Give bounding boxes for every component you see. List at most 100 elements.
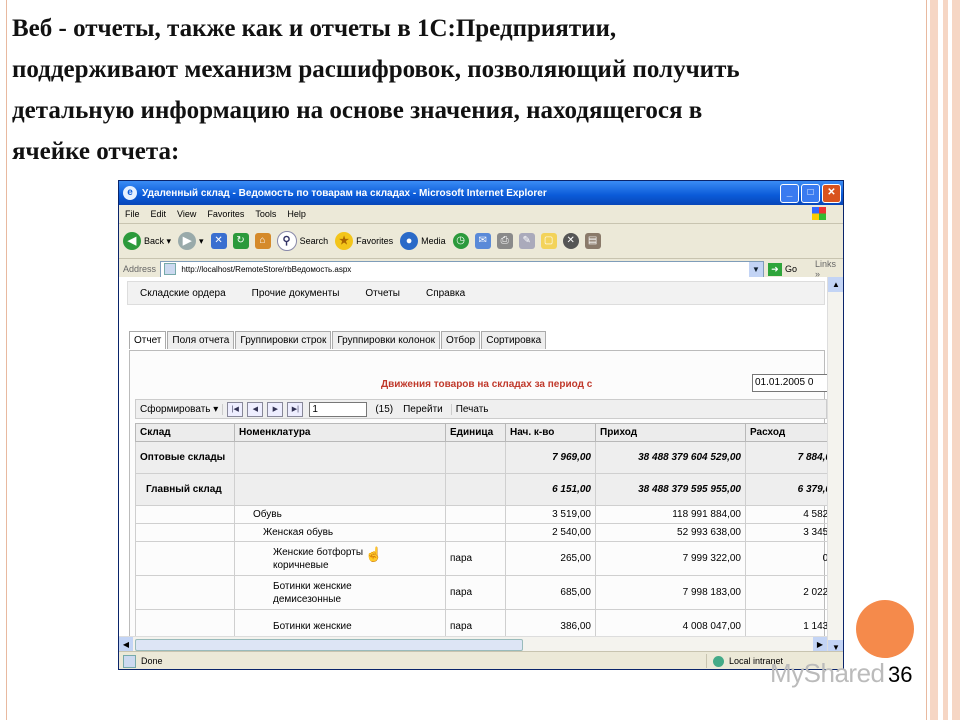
column-header[interactable]: Расход bbox=[745, 423, 827, 442]
cell-item[interactable]: Обувь bbox=[234, 505, 446, 524]
cell-start-qty[interactable]: 3 519,00 bbox=[505, 505, 596, 524]
cell-warehouse[interactable]: Главный склад bbox=[135, 473, 235, 506]
menu-help[interactable]: Help bbox=[287, 209, 306, 219]
column-header[interactable]: Склад bbox=[135, 423, 235, 442]
prev-page-icon[interactable]: ◀ bbox=[247, 401, 264, 417]
cell-item[interactable]: Женская обувь bbox=[234, 523, 446, 542]
cell-expense[interactable]: 3 345, bbox=[745, 523, 827, 542]
menu-favorites[interactable]: Favorites bbox=[207, 209, 244, 219]
table-row[interactable]: Ботинки женские демисезонные пара 685,00… bbox=[135, 575, 827, 610]
cell-expense[interactable]: 0, bbox=[745, 541, 827, 576]
cell-income[interactable]: 7 998 183,00 bbox=[595, 575, 746, 610]
cell-start-qty[interactable]: 265,00 bbox=[505, 541, 596, 576]
last-page-icon[interactable]: ▶| bbox=[287, 401, 304, 417]
tab-row-groups[interactable]: Группировки строк bbox=[235, 331, 332, 349]
tab-column-groups[interactable]: Группировки колонок bbox=[332, 331, 441, 349]
cell-income[interactable]: 52 993 638,00 bbox=[595, 523, 746, 542]
block-icon[interactable]: ✕ bbox=[562, 233, 579, 249]
tab-filter[interactable]: Отбор bbox=[441, 331, 481, 349]
print-button[interactable]: Печать bbox=[450, 403, 489, 415]
tab-report[interactable]: Отчет bbox=[129, 331, 167, 349]
cell-warehouse[interactable] bbox=[135, 505, 235, 524]
menu-view[interactable]: View bbox=[177, 209, 196, 219]
address-input[interactable]: http://localhost/RemoteStore/rbВедомость… bbox=[160, 260, 764, 278]
favorites-button[interactable]: ★ Favorites bbox=[335, 232, 393, 250]
table-row[interactable]: Женские ботфорты коричневые пара 265,00 … bbox=[135, 541, 827, 576]
cell-start-qty[interactable]: 6 151,00 bbox=[505, 473, 596, 506]
cell-item[interactable]: Ботинки женские демисезонные bbox=[234, 575, 446, 610]
table-row[interactable]: Обувь 3 519,00 118 991 884,00 4 582, bbox=[135, 505, 827, 524]
cell-income[interactable]: 38 488 379 595 955,00 bbox=[595, 473, 746, 506]
app-menu-item[interactable]: Справка bbox=[426, 288, 465, 299]
cell-start-qty[interactable]: 7 969,00 bbox=[505, 441, 596, 474]
scroll-right-icon[interactable]: ▶ bbox=[813, 637, 827, 652]
cell-item[interactable] bbox=[234, 441, 446, 474]
horizontal-scrollbar[interactable]: ◀ ▶ bbox=[119, 636, 827, 652]
first-page-icon[interactable]: |◀ bbox=[227, 401, 244, 417]
menu-file[interactable]: File bbox=[125, 209, 140, 219]
cell-warehouse[interactable]: Оптовые склады bbox=[135, 441, 235, 474]
date-from-input[interactable]: 01.01.2005 0 bbox=[752, 374, 827, 392]
refresh-icon[interactable]: ↻ bbox=[232, 233, 249, 249]
cell-income[interactable]: 38 488 379 604 529,00 bbox=[595, 441, 746, 474]
tab-sort[interactable]: Сортировка bbox=[481, 331, 547, 349]
mail-icon[interactable]: ✉ bbox=[474, 233, 491, 249]
column-header[interactable]: Номенклатура bbox=[234, 423, 446, 442]
page-input[interactable]: 1 bbox=[309, 401, 368, 417]
cell-expense[interactable]: 6 379,0 bbox=[745, 473, 827, 506]
stop-icon[interactable]: ✕ bbox=[210, 233, 227, 249]
cell-unit[interactable] bbox=[445, 441, 506, 474]
cell-unit[interactable] bbox=[445, 523, 506, 542]
next-page-icon[interactable]: ▶ bbox=[267, 401, 284, 417]
column-header[interactable]: Нач. к-во bbox=[505, 423, 596, 442]
table-row[interactable]: Женская обувь 2 540,00 52 993 638,00 3 3… bbox=[135, 523, 827, 542]
column-header[interactable]: Приход bbox=[595, 423, 746, 442]
cell-expense[interactable]: 7 884,0 bbox=[745, 441, 827, 474]
vertical-scrollbar[interactable]: ▲ ▼ bbox=[827, 277, 843, 655]
goto-button[interactable]: Перейти bbox=[403, 404, 443, 415]
cell-warehouse[interactable] bbox=[135, 523, 235, 542]
cell-income[interactable]: 118 991 884,00 bbox=[595, 505, 746, 524]
address-dropdown-icon[interactable]: ▼ bbox=[748, 261, 763, 277]
cell-unit[interactable] bbox=[445, 473, 506, 506]
search-button[interactable]: ⚲ Search bbox=[276, 231, 328, 251]
cell-expense[interactable]: 2 022, bbox=[745, 575, 827, 610]
media-button[interactable]: ● Media bbox=[400, 232, 446, 250]
generate-button[interactable]: Сформировать ▾ bbox=[136, 403, 224, 415]
cell-start-qty[interactable]: 685,00 bbox=[505, 575, 596, 610]
cell-item[interactable] bbox=[234, 473, 446, 506]
cell-unit[interactable]: пара bbox=[445, 575, 506, 610]
menu-tools[interactable]: Tools bbox=[255, 209, 276, 219]
cell-unit[interactable] bbox=[445, 505, 506, 524]
discuss-icon[interactable]: ▢ bbox=[540, 233, 557, 249]
links-button[interactable]: Links » bbox=[815, 259, 843, 279]
table-row[interactable]: Главный склад 6 151,00 38 488 379 595 95… bbox=[135, 473, 827, 506]
cell-unit[interactable]: пара bbox=[445, 541, 506, 576]
close-button[interactable]: ✕ bbox=[822, 183, 841, 203]
maximize-button[interactable]: □ bbox=[801, 183, 820, 203]
cell-start-qty[interactable]: 2 540,00 bbox=[505, 523, 596, 542]
edit-icon[interactable]: ✎ bbox=[518, 233, 535, 249]
menu-edit[interactable]: Edit bbox=[151, 209, 167, 219]
app-menu-item[interactable]: Прочие документы bbox=[252, 288, 340, 299]
cell-expense[interactable]: 4 582, bbox=[745, 505, 827, 524]
back-button[interactable]: ◀ Back ▾ bbox=[123, 232, 171, 250]
column-header[interactable]: Единица bbox=[445, 423, 506, 442]
go-button[interactable]: ➜ Go bbox=[767, 262, 797, 276]
scroll-up-icon[interactable]: ▲ bbox=[828, 277, 843, 292]
research-icon[interactable]: ▤ bbox=[584, 233, 601, 249]
home-icon[interactable]: ⌂ bbox=[254, 233, 271, 249]
cell-warehouse[interactable] bbox=[135, 541, 235, 576]
history-icon[interactable]: ◷ bbox=[452, 233, 469, 249]
table-row[interactable]: Оптовые склады 7 969,00 38 488 379 604 5… bbox=[135, 441, 827, 474]
scroll-thumb[interactable] bbox=[135, 639, 523, 651]
tab-fields[interactable]: Поля отчета bbox=[167, 331, 235, 349]
app-menu-item[interactable]: Отчеты bbox=[365, 288, 400, 299]
cell-warehouse[interactable] bbox=[135, 575, 235, 610]
print-icon[interactable]: ⎙ bbox=[496, 233, 513, 249]
app-menu-item[interactable]: Складские ордера bbox=[140, 288, 226, 299]
minimize-button[interactable]: _ bbox=[780, 183, 799, 203]
cell-income[interactable]: 7 999 322,00 bbox=[595, 541, 746, 576]
scroll-left-icon[interactable]: ◀ bbox=[119, 637, 133, 652]
forward-button[interactable]: ▶ ▾ bbox=[178, 232, 204, 250]
